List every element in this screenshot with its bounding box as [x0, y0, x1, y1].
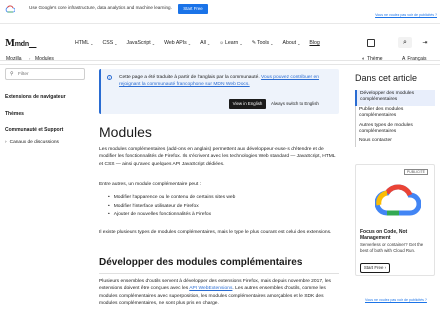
banner-start-free-button[interactable]: Start Free [178, 4, 208, 14]
sidebar-item-community[interactable]: Communauté et Support [5, 127, 63, 133]
banner-text: Use Google's core infrastructure, data a… [29, 5, 172, 10]
chevron-down-icon: ⌄ [297, 40, 301, 46]
sidebar-item-discussions[interactable]: › Canaux de discussions [5, 140, 59, 145]
banner-no-ads-link[interactable]: Vous ne voulez pas voir de publicités ? [375, 13, 437, 17]
ad-body: Serverless or container? Get the best of… [360, 242, 424, 253]
arrow-right-icon: › [384, 265, 387, 270]
nav-all[interactable]: All ⌄ [200, 40, 210, 46]
nav-web-apis[interactable]: Web APIs ⌄ [164, 40, 191, 46]
no-ads-link[interactable]: Vous ne voulez pas voir de publicités ? [365, 298, 427, 302]
list-item: • Ajouter de nouvelles fonctionnalités à … [108, 212, 212, 218]
page-title: Modules [99, 124, 152, 140]
chevron-down-icon: ⌄ [90, 40, 94, 46]
breadcrumb-mozilla[interactable]: Mozilla [6, 56, 22, 62]
login-button[interactable]: ⇥ [420, 37, 430, 48]
table-of-contents: Développer des modules complémentaires P… [355, 90, 435, 147]
toc-item-develop[interactable]: Développer des modules complémentaires [355, 90, 435, 106]
theme-button[interactable]: ◐ Thème [362, 56, 383, 62]
list-item: • Modifier l'interface utilisateur de Fir… [108, 203, 199, 209]
toc-item-publish[interactable]: Publier des modules complémentaires [355, 105, 435, 122]
nav-blog[interactable]: Blog [309, 40, 319, 46]
sidebar-ad[interactable]: PUBLICITÉ Focus on Code, Not Management … [355, 164, 435, 276]
search-button[interactable]: ⌕ [398, 37, 412, 48]
translation-notice: i Cette page a été traduite à partir de … [99, 69, 339, 114]
chevron-down-icon: ⌄ [270, 40, 274, 46]
chevron-down-icon: ⌄ [206, 40, 211, 46]
tools-icon: ✎ [251, 40, 257, 46]
ad-tag: PUBLICITÉ [403, 169, 428, 175]
intro-paragraph: Les modules complémentaires (add-ons en … [99, 147, 336, 167]
toc-title: Dans cet article [355, 73, 418, 83]
ad-title: Focus on Code, Not Management [360, 229, 408, 241]
sidebar-item-extensions[interactable]: Extensions de navigateur [5, 94, 66, 100]
chevron-down-icon: ⌄ [151, 40, 156, 46]
nav-html[interactable]: HTML ⌄ [75, 40, 93, 46]
notice-message: Cette page a été traduite à partir de l'… [119, 75, 319, 87]
nav-tools[interactable]: ✎ Tools ⌄ [252, 40, 274, 46]
list-intro: Entre autres, un module complémentaire p… [99, 182, 201, 187]
section-heading: Développer des modules complémentaires [99, 257, 303, 268]
breadcrumb: Mozilla › Modules ◐ Thème A Français [0, 53, 440, 65]
main-nav: HTML ⌄ CSS ⌄ JavaScript ⌄ Web APIs ⌄ All ⌄ ☼ L… [75, 40, 329, 46]
chevron-down-icon: ⌄ [239, 40, 243, 46]
google-cloud-icon [5, 5, 15, 13]
toc-item-other-types[interactable]: Autres types de modules complémentaires [355, 121, 435, 138]
search-icon: ⌕ [403, 38, 407, 46]
toc-item-contact[interactable]: Nous contacter [355, 137, 435, 147]
nav-css[interactable]: CSS ⌄ [102, 40, 117, 46]
filter-icon: ⚲ [10, 71, 14, 77]
nav-learn[interactable]: ☼ Learn ⌄ [219, 40, 242, 46]
list-item: • Modifier l'apparence ou le contenu de c… [108, 195, 236, 200]
chevron-down-icon: ⌄ [114, 40, 118, 46]
ad-banner: Use Google's core infrastructure, data a… [0, 0, 440, 24]
nav-javascript[interactable]: JavaScript ⌄ [127, 40, 156, 46]
breadcrumb-modules[interactable]: Modules [35, 56, 54, 62]
ad-start-free-button[interactable]: Start Free › [360, 263, 390, 273]
checkbox-icon[interactable] [367, 39, 375, 47]
chevron-down-icon: ⌄ [187, 40, 192, 46]
sidebar-item-themes[interactable]: Thèmes [5, 111, 24, 117]
divider [99, 273, 339, 274]
webextensions-link[interactable]: API WebExtensions [189, 286, 232, 291]
language-icon: A [402, 56, 406, 62]
language-button[interactable]: A Français [402, 56, 427, 62]
theme-icon: ◐ [362, 56, 366, 62]
feature-list: • Modifier l'apparence ou le contenu de c… [108, 194, 336, 220]
google-cloud-icon [375, 184, 421, 216]
filter-input[interactable]: ⚲ Filter [5, 68, 85, 80]
info-icon: i [107, 75, 112, 80]
learn-icon: ☼ [219, 40, 225, 46]
always-switch-button[interactable]: Always switch to English [271, 99, 319, 109]
chevron-right-icon: › [29, 56, 31, 61]
mdn-logo[interactable]: Mmdn__ [5, 39, 37, 49]
types-paragraph: Il existe plusieurs types de modules com… [99, 230, 332, 235]
view-in-english-button[interactable]: View in English [229, 99, 266, 109]
nav-about[interactable]: About ⌄ [283, 40, 301, 46]
login-icon: ⇥ [422, 40, 428, 46]
chevron-right-icon: › [5, 140, 7, 145]
develop-paragraph: Plusieurs ensembles d'outils servent à d… [99, 279, 332, 306]
